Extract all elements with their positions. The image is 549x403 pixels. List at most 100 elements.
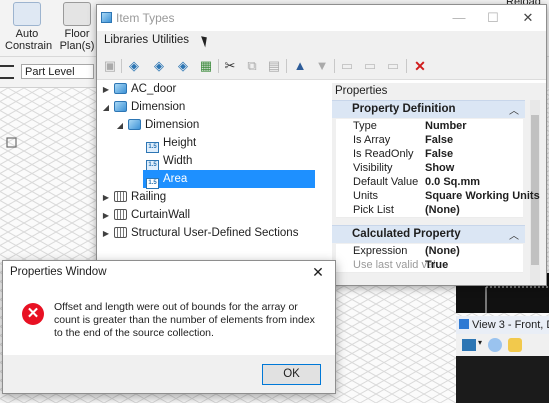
move-down-icon[interactable]: ▼ [313, 57, 331, 75]
property-value[interactable]: (None) [425, 203, 460, 217]
delete-icon[interactable]: ✕ [411, 57, 429, 75]
tree-node-label: Area [163, 173, 188, 185]
detach-icon[interactable]: ▭ [361, 57, 379, 75]
dialog-close-button[interactable]: ✕ [307, 263, 329, 281]
view-3-toolbar: ▾ [456, 334, 549, 357]
property-row[interactable]: Pick List (None) [336, 203, 523, 218]
cut-icon[interactable]: ✂ [221, 57, 239, 75]
tree-node-curtainwall[interactable]: ▶ CurtainWall [101, 206, 190, 224]
property-definition-title: Property Definition [352, 103, 456, 115]
item-types-titlebar[interactable]: Item Types — ☐ ✕ [97, 5, 546, 31]
property-value[interactable]: True [425, 258, 448, 272]
library-icon [114, 227, 127, 238]
chevron-up-icon[interactable]: ︿ [509, 102, 519, 117]
menu-utilities[interactable]: Utilities [152, 34, 189, 46]
collapse-arrow-icon[interactable]: ◢ [101, 99, 111, 117]
tree-node-label: Width [163, 155, 193, 167]
floor-plans-button[interactable]: Floor Plan(s) [58, 2, 96, 52]
property-row[interactable]: Visibility Show [336, 161, 523, 176]
move-up-icon[interactable]: ▲ [291, 57, 309, 75]
toolbar-separator [286, 59, 287, 73]
property-row[interactable]: Units Square Working Units [336, 189, 540, 204]
tree-node-label: Height [163, 137, 197, 149]
property-value[interactable]: False [425, 147, 453, 161]
view-3-title: View 3 - Front, Des [472, 319, 549, 331]
view-display-icon[interactable] [488, 338, 502, 352]
minimize-button[interactable]: — [444, 7, 474, 29]
property-definition-header[interactable]: Property Definition ︿ [332, 100, 525, 118]
property-value[interactable]: 0.0 Sq.mm [425, 175, 480, 189]
property-value[interactable]: False [425, 133, 453, 147]
calculated-property-header[interactable]: Calculated Property ︿ [332, 225, 525, 243]
property-row[interactable]: Type Number [336, 119, 523, 134]
copy-icon[interactable]: ⧉ [243, 57, 261, 75]
property-value[interactable]: Show [425, 161, 454, 175]
floor-plans-label-1: Floor [64, 28, 90, 40]
tree-node-label: AC_door [131, 83, 177, 95]
import-icon[interactable]: ▦ [197, 57, 215, 75]
view-3-titlebar[interactable]: View 3 - Front, Des [456, 316, 549, 335]
chevron-down-icon[interactable]: ▾ [478, 338, 482, 347]
toolbar-separator [218, 59, 219, 73]
property-row[interactable]: Expression (None) [336, 244, 523, 259]
auto-constrain-label-1: Auto [15, 28, 39, 40]
view-attributes-icon[interactable] [462, 339, 476, 351]
collapse-arrow-icon[interactable]: ◢ [115, 117, 125, 135]
close-button[interactable]: ✕ [513, 7, 543, 29]
menu-libraries[interactable]: Libraries [104, 34, 148, 46]
library-icon [114, 209, 127, 220]
tree-node-width[interactable]: 1.5 Width [143, 152, 193, 171]
lines-icon [0, 65, 14, 79]
library-icon [114, 191, 127, 202]
attach-icon[interactable]: ▭ [338, 57, 356, 75]
auto-constrain-icon [13, 2, 41, 26]
property-value[interactable]: Square Working Units [425, 189, 540, 203]
tree-node-railing[interactable]: ▶ Railing [101, 188, 166, 206]
auto-constrain-button[interactable]: Auto Constrain [5, 2, 53, 52]
tree-node-height[interactable]: 1.5 Height [143, 134, 197, 153]
toolbar-separator [334, 59, 335, 73]
property-value[interactable]: (None) [425, 244, 460, 258]
new-property-icon[interactable]: ◈ [150, 57, 168, 75]
edit-icon[interactable]: ▭ [384, 57, 402, 75]
paste-icon[interactable]: ▤ [265, 57, 283, 75]
ok-button[interactable]: OK [262, 364, 321, 385]
item-types-window: Item Types — ☐ ✕ Libraries Utilities ▣ ◈… [96, 4, 547, 286]
library-icon [114, 101, 127, 112]
tree-node-dimension-library[interactable]: ◢ Dimension [101, 98, 185, 116]
lighting-icon[interactable] [508, 338, 522, 352]
dialog-title: Properties Window [10, 266, 107, 278]
tree-node-label: Railing [131, 191, 167, 203]
tree-node-dimension-itemtype[interactable]: ◢ Dimension [115, 116, 199, 134]
tree-node-area[interactable]: 1.5 Area [143, 170, 315, 189]
library-icon [114, 83, 127, 94]
property-row[interactable]: Is ReadOnly False [336, 147, 523, 162]
chevron-up-icon[interactable]: ︿ [509, 227, 519, 242]
property-row[interactable]: Is Array False [336, 133, 523, 148]
tree-node-label: Structural User-Defined Sections [131, 227, 299, 239]
expand-arrow-icon[interactable]: ▶ [101, 189, 111, 207]
error-icon: ✕ [22, 303, 44, 325]
view-icon [459, 319, 469, 329]
tree-node-structural-sections[interactable]: ▶ Structural User-Defined Sections [101, 224, 298, 242]
new-item-type-icon[interactable]: ◈ [125, 57, 143, 75]
toolbar-separator [121, 59, 122, 73]
properties-label: Properties [335, 85, 388, 97]
property-value[interactable]: Number [425, 119, 467, 133]
new-library-icon[interactable]: ◈ [174, 57, 192, 75]
maximize-button[interactable]: ☐ [478, 7, 508, 29]
expand-arrow-icon[interactable]: ▶ [101, 225, 111, 243]
expand-arrow-icon[interactable]: ▶ [101, 207, 111, 225]
view-3-canvas[interactable] [456, 356, 549, 403]
level-dropdown[interactable]: Part Level [21, 64, 94, 79]
property-name: Expression [353, 245, 408, 257]
dialog-titlebar[interactable]: Properties Window ✕ [3, 261, 335, 283]
auto-constrain-label-2: Constrain [5, 40, 53, 52]
property-row[interactable]: Use last valid valu True [336, 258, 523, 273]
property-name: Type [353, 120, 377, 132]
expand-arrow-icon[interactable]: ▶ [101, 81, 111, 99]
tree-node-label: CurtainWall [131, 209, 191, 221]
tree-node-ac-door[interactable]: ▶ AC_door [101, 80, 176, 98]
property-row[interactable]: Default Value 0.0 Sq.mm [336, 175, 523, 190]
save-icon[interactable]: ▣ [101, 57, 119, 75]
